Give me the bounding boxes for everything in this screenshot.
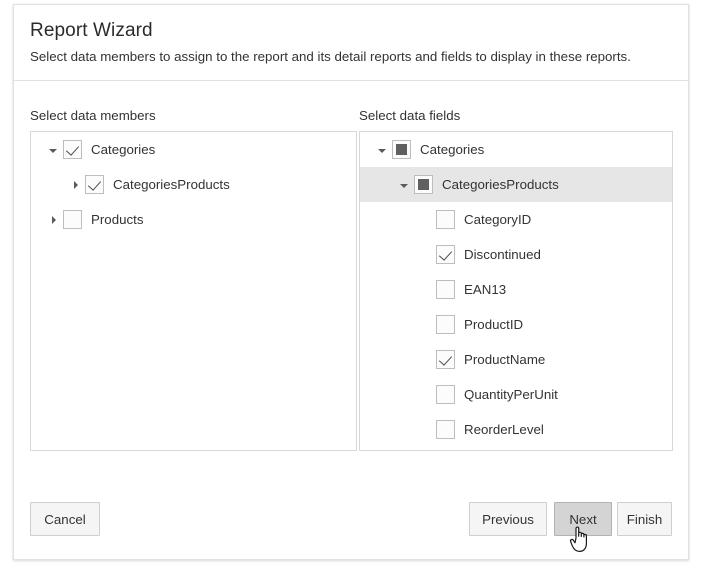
data-members-tree[interactable]: Categories CategoriesProducts Products <box>30 131 357 451</box>
tree-row[interactable]: CategoryID <box>360 202 672 237</box>
data-members-label: Select data members <box>30 108 156 123</box>
tree-expander-placeholder <box>416 377 436 412</box>
tree-node-label: ProductName <box>464 352 546 367</box>
dialog-header: Report Wizard Select data members to ass… <box>14 5 688 81</box>
checkbox-categories[interactable] <box>392 140 411 159</box>
chevron-down-icon[interactable] <box>372 132 392 167</box>
tree-indent-spacer <box>360 184 394 185</box>
checkbox-categoryid[interactable] <box>436 210 455 229</box>
tree-indent-spacer <box>360 429 416 430</box>
tree-expander-placeholder <box>416 202 436 237</box>
tree-row[interactable]: QuantityPerUnit <box>360 377 672 412</box>
tree-row[interactable]: ProductName <box>360 342 672 377</box>
tree-indent-spacer <box>31 149 43 150</box>
tree-row[interactable]: ReorderLevel <box>360 412 672 447</box>
tree-row[interactable]: Discontinued <box>360 237 672 272</box>
tree-node-label: Categories <box>420 142 485 157</box>
tree-node-label: QuantityPerUnit <box>464 387 558 402</box>
tree-row[interactable]: Products <box>31 202 356 237</box>
previous-button[interactable]: Previous <box>469 502 547 536</box>
tree-node-label: ReorderLevel <box>464 422 544 437</box>
tree-node-label: CategoriesProducts <box>113 177 230 192</box>
tree-node-label: CategoryID <box>464 212 532 227</box>
tree-node-label: Categories <box>91 142 156 157</box>
tree-indent-spacer <box>360 359 416 360</box>
checkbox-categoriesproducts[interactable] <box>414 175 433 194</box>
data-fields-label: Select data fields <box>359 108 461 123</box>
page-title: Report Wizard <box>30 20 153 41</box>
finish-button[interactable]: Finish <box>617 502 672 536</box>
chevron-down-icon[interactable] <box>43 132 63 167</box>
tree-node-label: Discontinued <box>464 247 541 262</box>
chevron-right-icon[interactable] <box>65 167 85 202</box>
tree-expander-placeholder <box>416 237 436 272</box>
checkbox-quantityperunit[interactable] <box>436 385 455 404</box>
page-subtitle: Select data members to assign to the rep… <box>30 49 631 64</box>
chevron-down-icon[interactable] <box>394 167 414 202</box>
tree-node-label: ProductID <box>464 317 524 332</box>
tree-indent-spacer <box>360 254 416 255</box>
tree-node-label: EAN13 <box>464 282 507 297</box>
tree-indent-spacer <box>360 219 416 220</box>
checkbox-ean13[interactable] <box>436 280 455 299</box>
tree-indent-spacer <box>360 324 416 325</box>
chevron-right-icon[interactable] <box>43 202 63 237</box>
tree-node-label: CategoriesProducts <box>442 177 559 192</box>
checkbox-productid[interactable] <box>436 315 455 334</box>
tree-indent-spacer <box>360 289 416 290</box>
data-fields-tree[interactable]: Categories CategoriesProducts CategoryID Di… <box>359 131 673 451</box>
next-button[interactable]: Next <box>554 502 612 536</box>
tree-node-label: Products <box>91 212 144 227</box>
tree-row[interactable]: EAN13 <box>360 272 672 307</box>
checkbox-productname[interactable] <box>436 350 455 369</box>
checkbox-categories[interactable] <box>63 140 82 159</box>
tree-indent-spacer <box>360 394 416 395</box>
tree-expander-placeholder <box>416 307 436 342</box>
dialog-footer: Cancel Previous Next Finish <box>14 479 688 559</box>
tree-row[interactable]: Categories <box>360 132 672 167</box>
checkbox-discontinued[interactable] <box>436 245 455 264</box>
tree-indent-spacer <box>31 219 43 220</box>
checkbox-reorderlevel[interactable] <box>436 420 455 439</box>
cancel-button[interactable]: Cancel <box>30 502 100 536</box>
tree-expander-placeholder <box>416 342 436 377</box>
tree-indent-spacer <box>31 184 65 185</box>
report-wizard-dialog: Report Wizard Select data members to ass… <box>13 4 689 560</box>
checkbox-products[interactable] <box>63 210 82 229</box>
tree-row[interactable]: CategoriesProducts <box>360 167 672 202</box>
checkbox-categoriesproducts[interactable] <box>85 175 104 194</box>
tree-indent-spacer <box>360 149 372 150</box>
tree-expander-placeholder <box>416 412 436 447</box>
tree-expander-placeholder <box>416 272 436 307</box>
tree-row[interactable]: ProductID <box>360 307 672 342</box>
tree-row[interactable]: Categories <box>31 132 356 167</box>
tree-row[interactable]: CategoriesProducts <box>31 167 356 202</box>
